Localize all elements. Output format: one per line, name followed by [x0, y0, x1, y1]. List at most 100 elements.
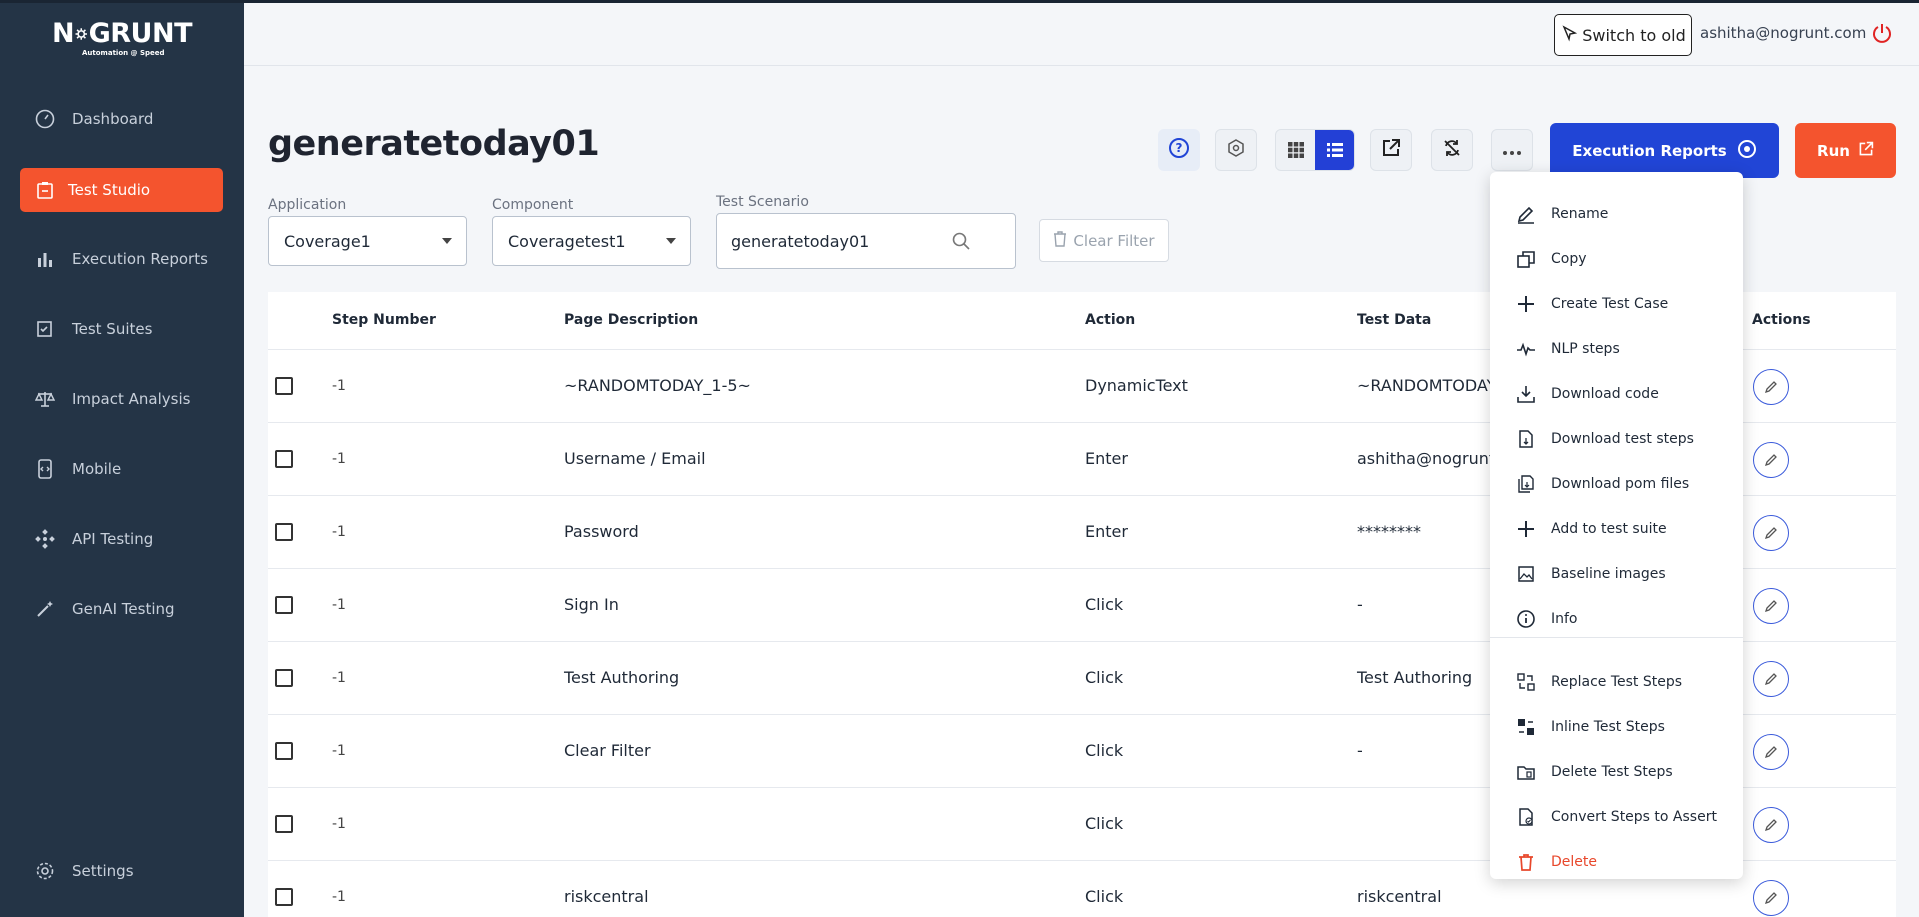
menu-item-create-test-case[interactable]: Create Test Case [1490, 284, 1743, 324]
open-external-button[interactable] [1370, 129, 1412, 171]
cell-page-description: Username / Email [564, 449, 706, 468]
run-button[interactable]: Run [1795, 123, 1896, 178]
header-test-data: Test Data [1357, 312, 1432, 328]
help-button[interactable]: ? [1158, 129, 1200, 171]
scenario-value: generatetoday01 [731, 231, 870, 251]
row-checkbox[interactable] [275, 523, 293, 541]
api-icon [34, 528, 56, 550]
row-checkbox[interactable] [275, 742, 293, 760]
menu-item-delete-test-steps[interactable]: Delete Test Steps [1490, 752, 1743, 792]
menu-item-convert-steps-to-assert[interactable]: Convert Steps to Assert [1490, 797, 1743, 837]
edit-step-button[interactable] [1753, 442, 1789, 478]
edit-step-button[interactable] [1753, 807, 1789, 843]
sidebar-item-api-testing[interactable]: API Testing [20, 517, 223, 561]
sidebar-item-test-studio[interactable]: Test Studio [20, 168, 223, 212]
settings-button[interactable] [1215, 129, 1257, 171]
settings-gear-icon [34, 860, 56, 882]
sidebar-item-label: Test Studio [68, 181, 151, 199]
cell-step-number: -1 [332, 451, 346, 467]
sync-button[interactable] [1431, 129, 1473, 171]
menu-item-download-code[interactable]: Download code [1490, 374, 1743, 414]
view-toggle [1275, 129, 1355, 171]
switch-label: Switch to old [1582, 25, 1686, 45]
cell-step-number: -1 [332, 670, 346, 686]
info-icon [1515, 608, 1537, 630]
menu-item-download-test-steps[interactable]: Download test steps [1490, 419, 1743, 459]
edit-step-button[interactable] [1753, 515, 1789, 551]
cell-page-description: Test Authoring [564, 668, 680, 687]
row-checkbox[interactable] [275, 669, 293, 687]
logo-tagline: Automation @ Speed [82, 49, 165, 57]
grid-icon [1287, 142, 1304, 158]
row-checkbox[interactable] [275, 888, 293, 906]
edit-step-button[interactable] [1753, 880, 1789, 916]
application-value: Coverage1 [284, 231, 371, 251]
sidebar-item-mobile[interactable]: Mobile [20, 447, 223, 491]
menu-item-baseline-images[interactable]: Baseline images [1490, 554, 1743, 594]
sidebar-item-label: Settings [72, 862, 134, 880]
menu-item-copy[interactable]: Copy [1490, 239, 1743, 279]
run-label: Run [1817, 141, 1850, 160]
row-checkbox[interactable] [275, 450, 293, 468]
edit-step-button[interactable] [1753, 734, 1789, 770]
cell-page-description: Sign In [564, 595, 619, 614]
menu-item-rename[interactable]: Rename [1490, 194, 1743, 234]
menu-item-inline-test-steps[interactable]: Inline Test Steps [1490, 707, 1743, 747]
cell-test-data: - [1357, 741, 1363, 760]
menu-item-replace-test-steps[interactable]: Replace Test Steps [1490, 662, 1743, 702]
list-view-button[interactable] [1315, 130, 1354, 170]
header-page-description: Page Description [564, 312, 699, 328]
cell-step-number: -1 [332, 743, 346, 759]
menu-item-label: Download code [1551, 386, 1659, 402]
list-icon [1326, 143, 1343, 157]
switch-to-old-button[interactable]: Switch to old [1554, 14, 1692, 56]
image-icon [1515, 563, 1537, 585]
gear-logo-icon [75, 28, 88, 40]
nogrunt-logo[interactable]: N GRUNT Automation @ Speed [52, 18, 193, 59]
search-icon[interactable] [951, 231, 971, 255]
menu-item-label: Delete Test Steps [1551, 764, 1673, 780]
row-checkbox[interactable] [275, 377, 293, 395]
row-checkbox[interactable] [275, 815, 293, 833]
cell-test-data: Test Authoring [1357, 668, 1473, 687]
pencil-icon [1764, 454, 1777, 467]
component-select[interactable]: Coveragetest1 [492, 216, 691, 266]
replace-icon [1515, 671, 1537, 693]
more-options-menu: Rename Copy Create Test Case NLP steps Downl… [1490, 172, 1743, 879]
files-download-icon [1515, 473, 1537, 495]
scenario-search-input[interactable]: generatetoday01 [716, 213, 1016, 269]
sidebar-item-test-suites[interactable]: Test Suites [20, 307, 223, 351]
more-options-button[interactable] [1491, 129, 1533, 171]
gauge-icon [34, 108, 56, 130]
caret-down-icon [442, 238, 452, 244]
logo-text-left: N [52, 18, 75, 49]
power-icon[interactable] [1871, 22, 1893, 44]
help-icon: ? [1168, 137, 1190, 163]
sidebar-item-genai-testing[interactable]: GenAI Testing [20, 587, 223, 631]
menu-item-label: Info [1551, 611, 1578, 627]
sidebar-item-dashboard[interactable]: Dashboard [20, 97, 223, 141]
grid-view-button[interactable] [1276, 130, 1315, 170]
menu-item-info[interactable]: Info [1490, 599, 1743, 639]
menu-item-add-to-test-suite[interactable]: Add to test suite [1490, 509, 1743, 549]
menu-item-label: Create Test Case [1551, 296, 1669, 312]
sidebar-item-label: Mobile [72, 460, 122, 478]
sidebar-item-settings[interactable]: Settings [20, 849, 223, 893]
application-select[interactable]: Coverage1 [268, 216, 467, 266]
menu-item-label: Inline Test Steps [1551, 719, 1665, 735]
menu-item-nlp-steps[interactable]: NLP steps [1490, 329, 1743, 369]
cell-action: Enter [1085, 449, 1128, 468]
menu-item-delete[interactable]: Delete [1490, 842, 1743, 882]
edit-step-button[interactable] [1753, 661, 1789, 697]
menu-item-download-pom-files[interactable]: Download pom files [1490, 464, 1743, 504]
logo-text-right: GRUNT [88, 18, 193, 49]
sidebar-item-impact-analysis[interactable]: Impact Analysis [20, 377, 223, 421]
magic-wand-icon [34, 598, 56, 620]
edit-step-button[interactable] [1753, 369, 1789, 405]
execution-reports-button[interactable]: Execution Reports [1550, 123, 1779, 178]
file-check-icon [1515, 806, 1537, 828]
clear-filter-button[interactable]: Clear Filter [1039, 219, 1169, 262]
sidebar-item-execution-reports[interactable]: Execution Reports [20, 237, 223, 281]
edit-step-button[interactable] [1753, 588, 1789, 624]
row-checkbox[interactable] [275, 596, 293, 614]
